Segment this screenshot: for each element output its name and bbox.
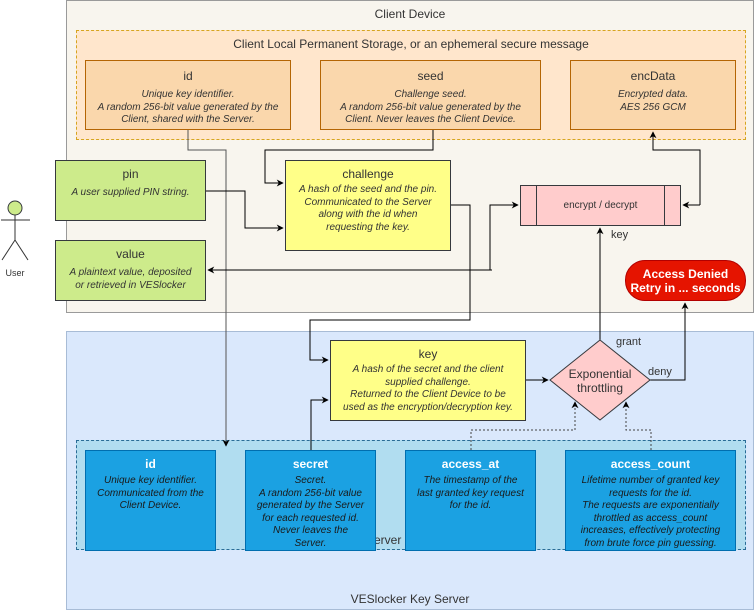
deny-label: deny: [648, 366, 672, 378]
grant-label: grant: [616, 336, 641, 348]
edge-challenge-to-key: [309, 204, 471, 364]
user-actor-icon: [1, 200, 30, 261]
edge-process-to-value: [208, 208, 491, 271]
decision-line2: throttling: [577, 381, 623, 395]
edge-process-to-encdata: [649, 131, 701, 205]
edge-pin-to-challenge: [206, 190, 284, 232]
edge-secret-to-key: [310, 396, 329, 450]
user-actor-label: User: [5, 268, 24, 278]
edge-to-process: [489, 201, 519, 270]
edge-access-at-to-decision: [470, 401, 579, 450]
edge-client-id-to-db-id: [187, 130, 230, 447]
decision-line1: Exponential: [569, 367, 632, 381]
edge-access-count-to-decision: [622, 401, 652, 450]
connectors-layer: Exponential throttling grant deny User: [1, 130, 701, 450]
edge-seed-to-challenge: [264, 130, 434, 187]
